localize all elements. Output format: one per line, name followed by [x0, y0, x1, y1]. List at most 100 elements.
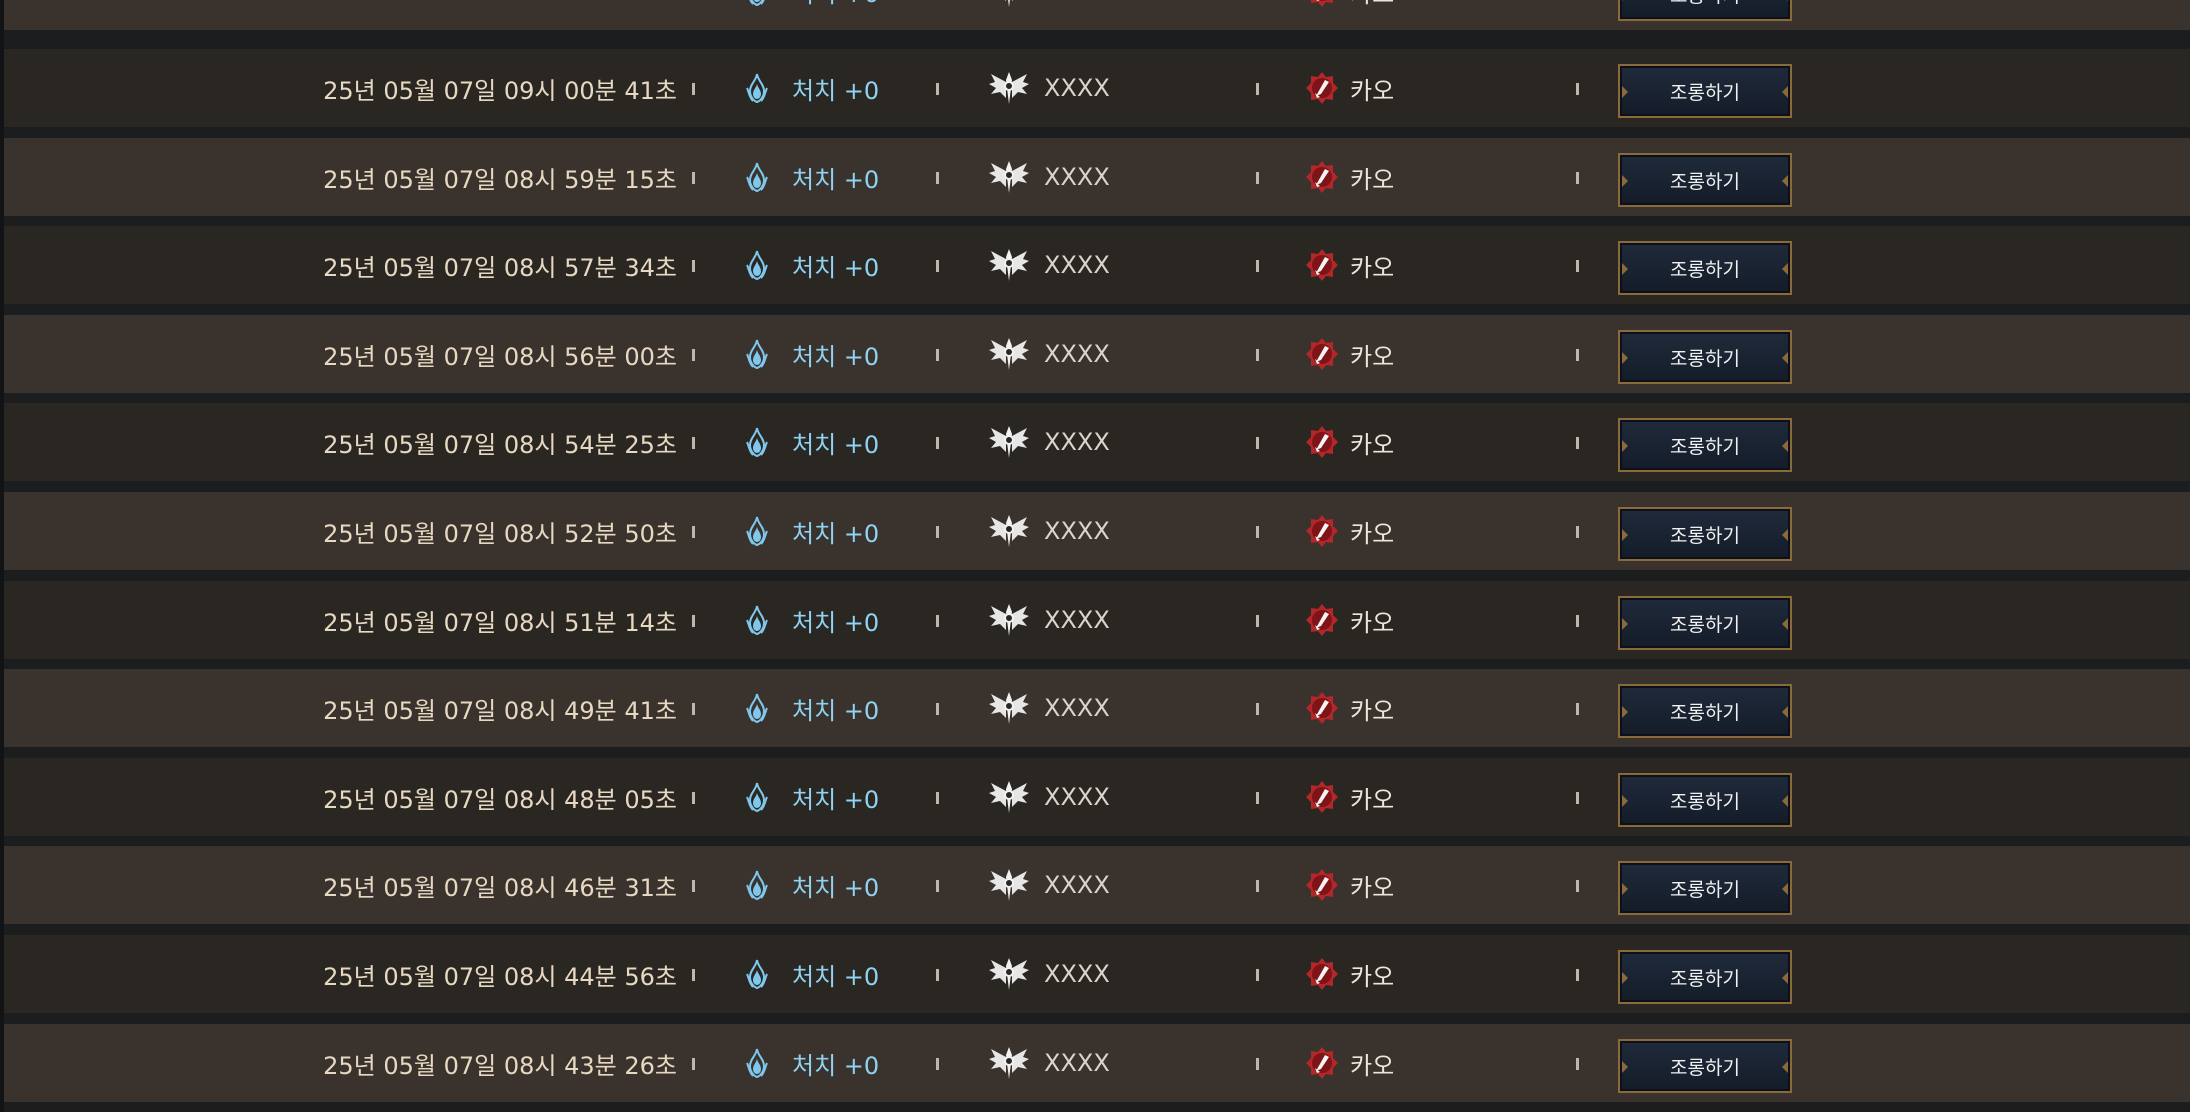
winged-crest-icon [986, 846, 1032, 924]
class-name: 카오 [1350, 873, 1395, 902]
opponent-name: XXXX [1044, 783, 1110, 811]
column-divider [1576, 349, 1579, 361]
kill-count: 처치 +0 [792, 608, 880, 637]
kill-log-row: 25년 05월 07일 08시 43분 26초 처치 +0 XXXX 카오 조롱… [4, 1024, 2190, 1102]
taunt-button[interactable]: 조롱하기 [1618, 507, 1792, 561]
red-blade-emblem-icon [1304, 846, 1340, 924]
column-divider [936, 969, 939, 981]
kill-count: 처치 +0 [792, 76, 880, 105]
kill-timestamp: 25년 05월 07일 08시 57분 34초 [323, 253, 677, 282]
kill-timestamp: 25년 05월 07일 08시 56분 00초 [323, 342, 677, 371]
kill-log-row: 25년 05월 07일 08시 54분 25초 처치 +0 XXXX 카오 조롱… [4, 403, 2190, 481]
opponent-name: XXXX [1044, 340, 1110, 368]
winged-crest-icon [986, 49, 1032, 127]
kill-count-icon [740, 669, 774, 747]
column-divider [1256, 349, 1259, 361]
taunt-button[interactable]: 조롱하기 [1618, 684, 1792, 738]
opponent-name: XXXX [1044, 1049, 1110, 1077]
kill-log-row: 25년 05월 07일 08시 51분 14초 처치 +0 XXXX 카오 조롱… [4, 581, 2190, 659]
kill-count: 처치 +0 [792, 1051, 880, 1080]
kill-timestamp: 25년 05월 07일 08시 48분 05초 [323, 785, 677, 814]
winged-crest-icon [986, 315, 1032, 393]
winged-crest-icon [986, 581, 1032, 659]
column-divider [1576, 260, 1579, 272]
kill-count: 처치 +0 [792, 519, 880, 548]
red-blade-emblem-icon [1304, 669, 1340, 747]
kill-count: 처치 +0 [792, 430, 880, 459]
class-name: 카오 [1350, 165, 1395, 194]
winged-crest-icon [986, 1024, 1032, 1102]
taunt-button[interactable]: 조롱하기 [1618, 1039, 1792, 1093]
kill-timestamp: 25년 05월 07일 08시 51분 14초 [323, 608, 677, 637]
taunt-button[interactable]: 조롱하기 [1618, 64, 1792, 118]
column-divider [1256, 172, 1259, 184]
kill-timestamp: 25년 05월 07일 08시 43분 26초 [323, 1051, 677, 1080]
kill-log-row: 25년 05월 07일 08시 56분 00초 처치 +0 XXXX 카오 조롱… [4, 315, 2190, 393]
column-divider [936, 437, 939, 449]
column-divider [1256, 526, 1259, 538]
taunt-button[interactable]: 조롱하기 [1618, 0, 1792, 22]
column-divider [936, 83, 939, 95]
taunt-button[interactable]: 조롱하기 [1618, 330, 1792, 384]
opponent-name: XXXX [1044, 960, 1110, 988]
red-blade-emblem-icon [1304, 315, 1340, 393]
class-name: 카오 [1350, 785, 1395, 814]
kill-log-row-partial: 처치 +0 XXXX 카오 조롱하기 [4, 0, 2190, 31]
class-name: 카오 [1350, 342, 1395, 371]
kill-count-icon [740, 0, 774, 30]
column-divider [692, 260, 695, 272]
kill-count: 처치 +0 [792, 873, 880, 902]
taunt-button[interactable]: 조롱하기 [1618, 596, 1792, 650]
red-blade-emblem-icon [1304, 758, 1340, 836]
column-divider [936, 703, 939, 715]
column-divider [692, 880, 695, 892]
column-divider [936, 526, 939, 538]
red-blade-emblem-icon [1304, 492, 1340, 570]
column-divider [936, 172, 939, 184]
column-divider [692, 615, 695, 627]
winged-crest-icon [986, 403, 1032, 481]
column-divider [1256, 880, 1259, 892]
red-blade-emblem-icon [1304, 49, 1340, 127]
kill-count-icon [740, 315, 774, 393]
column-divider [1256, 83, 1259, 95]
column-divider [936, 349, 939, 361]
kill-count-icon [740, 846, 774, 924]
kill-log-row: 25년 05월 07일 08시 46분 31초 처치 +0 XXXX 카오 조롱… [4, 846, 2190, 924]
kill-count-icon [740, 935, 774, 1013]
winged-crest-icon [986, 758, 1032, 836]
kill-count: 처치 +0 [792, 253, 880, 282]
opponent-name: XXXX [1044, 694, 1110, 722]
taunt-button[interactable]: 조롱하기 [1618, 773, 1792, 827]
kill-log-list: 처치 +0 XXXX 카오 조롱하기 25년 05월 07일 09시 00분 4… [4, 0, 2190, 1112]
kill-count: 처치 +0 [792, 962, 880, 991]
kill-timestamp: 25년 05월 07일 08시 44분 56초 [323, 962, 677, 991]
class-name: 카오 [1350, 0, 1394, 30]
column-divider [1256, 703, 1259, 715]
kill-log-row: 25년 05월 07일 08시 57분 34초 처치 +0 XXXX 카오 조롱… [4, 226, 2190, 304]
opponent-name: XXXX [1044, 871, 1110, 899]
winged-crest-icon [986, 0, 1032, 30]
kill-timestamp: 25년 05월 07일 08시 59분 15초 [323, 165, 677, 194]
column-divider [692, 1058, 695, 1070]
red-blade-emblem-icon [1304, 138, 1340, 216]
opponent-name: XXXX [1044, 606, 1110, 634]
taunt-button[interactable]: 조롱하기 [1618, 153, 1792, 207]
column-divider [936, 1058, 939, 1070]
class-name: 카오 [1350, 519, 1395, 548]
taunt-button[interactable]: 조롱하기 [1618, 950, 1792, 1004]
class-name: 카오 [1350, 76, 1395, 105]
column-divider [1576, 526, 1579, 538]
taunt-button[interactable]: 조롱하기 [1618, 418, 1792, 472]
opponent-name: XXXX [1044, 0, 1110, 30]
column-divider [1256, 792, 1259, 804]
column-divider [936, 792, 939, 804]
column-divider [692, 83, 695, 95]
class-name: 카오 [1350, 696, 1395, 725]
kill-count-icon [740, 403, 774, 481]
taunt-button[interactable]: 조롱하기 [1618, 241, 1792, 295]
opponent-name: XXXX [1044, 517, 1110, 545]
column-divider [936, 260, 939, 272]
opponent-name: XXXX [1044, 163, 1110, 191]
taunt-button[interactable]: 조롱하기 [1618, 861, 1792, 915]
